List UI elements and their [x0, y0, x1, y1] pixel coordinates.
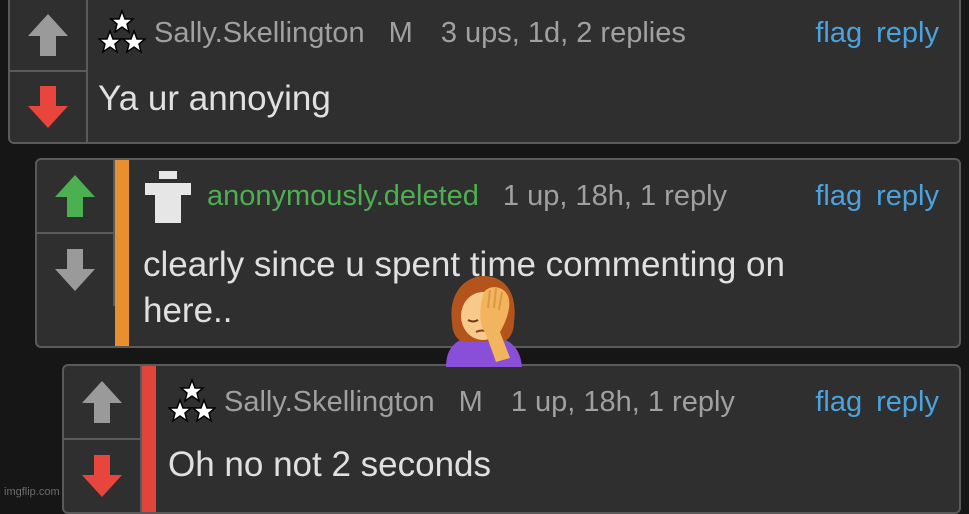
down-arrow-icon — [28, 86, 68, 128]
username[interactable]: Sally.Skellington — [224, 386, 435, 419]
comment-body-line: clearly since u spent time commenting on — [143, 245, 785, 284]
comment-meta: 1 up, 18h, 1 reply — [510, 385, 735, 418]
watermark: imgflip.com — [4, 486, 60, 498]
comment-content: anonymously.deleted 1 up, 18h, 1 reply f… — [129, 160, 959, 346]
down-arrow-icon — [82, 455, 122, 497]
up-arrow-icon — [82, 381, 122, 423]
comment-body: Oh no not 2 seconds — [168, 445, 491, 484]
flag-link[interactable]: flag — [815, 386, 862, 419]
downvote-button[interactable] — [64, 438, 140, 512]
flag-link[interactable]: flag — [815, 180, 862, 213]
comment-3: Sally.Skellington M 1 up, 18h, 1 reply f… — [62, 364, 961, 514]
upvote-button[interactable] — [37, 160, 113, 232]
upvote-button[interactable] — [10, 0, 86, 70]
up-arrow-icon — [28, 14, 68, 56]
comment-header: anonymously.deleted 1 up, 18h, 1 reply f… — [143, 160, 959, 232]
three-stars-icon[interactable] — [166, 377, 218, 426]
comment-content: Sally.Skellington M 3 ups, 1d, 2 replies… — [88, 0, 959, 142]
comment-header: Sally.Skellington M 1 up, 18h, 1 reply f… — [166, 366, 959, 438]
comment-1: Sally.Skellington M 3 ups, 1d, 2 replies… — [8, 0, 961, 144]
comment-body: clearly since u spent time commenting on… — [143, 232, 959, 334]
three-stars-icon[interactable] — [96, 8, 148, 57]
deleted-user-icon[interactable] — [143, 169, 193, 223]
up-arrow-icon — [55, 175, 95, 217]
reply-thread-bar — [142, 366, 156, 512]
downvote-button[interactable] — [37, 232, 113, 306]
upvote-button[interactable] — [64, 366, 140, 438]
facepalm-emoji — [446, 276, 522, 367]
down-arrow-icon — [55, 249, 95, 291]
username[interactable]: Sally.Skellington — [154, 17, 365, 50]
comment-body-line: here.. — [143, 291, 233, 330]
mod-badge: M — [458, 385, 483, 418]
comment-header: Sally.Skellington M 3 ups, 1d, 2 replies… — [96, 0, 959, 66]
reply-link[interactable]: reply — [876, 17, 939, 50]
reply-thread-bar — [115, 160, 129, 346]
vote-column — [64, 366, 142, 512]
comment-meta: 3 ups, 1d, 2 replies — [440, 16, 686, 49]
reply-link[interactable]: reply — [876, 386, 939, 419]
reply-link[interactable]: reply — [876, 180, 939, 213]
vote-column — [10, 0, 88, 142]
flag-link[interactable]: flag — [815, 17, 862, 50]
downvote-button[interactable] — [10, 70, 86, 142]
username[interactable]: anonymously.deleted — [207, 180, 479, 213]
comment-content: Sally.Skellington M 1 up, 18h, 1 reply f… — [156, 366, 959, 512]
comment-meta: 1 up, 18h, 1 reply — [502, 179, 728, 212]
vote-column — [37, 160, 115, 306]
mod-badge: M — [388, 16, 413, 49]
comment-body: Ya ur annoying — [98, 79, 331, 118]
